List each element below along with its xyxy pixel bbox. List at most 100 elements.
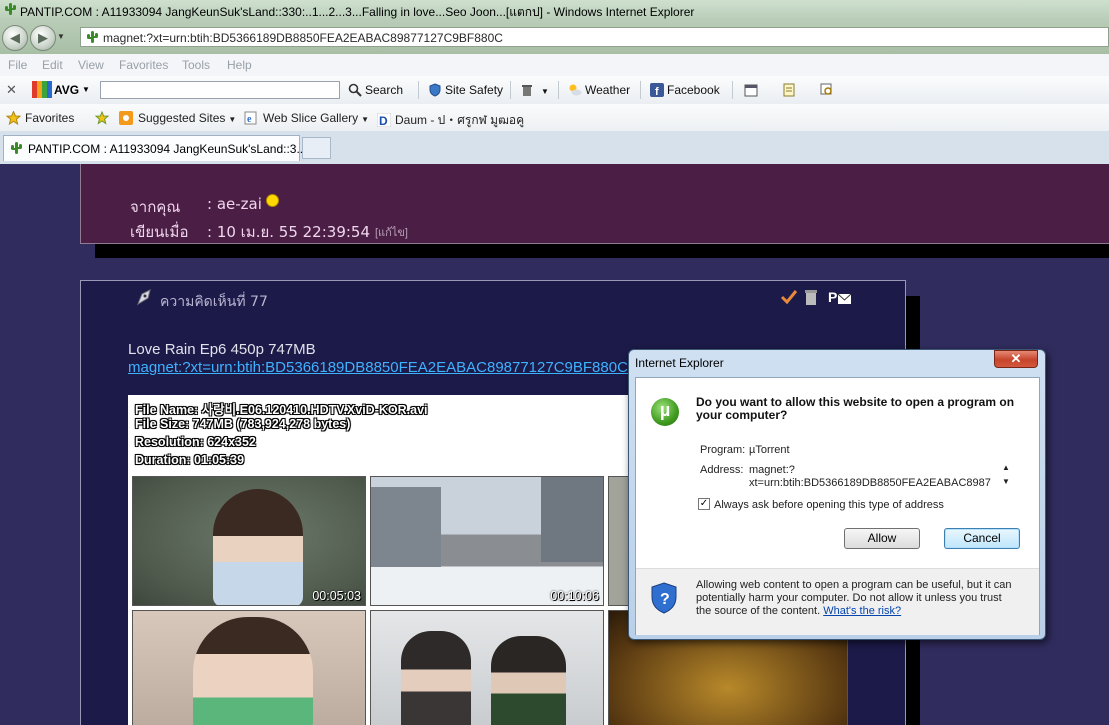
- site-safety-button[interactable]: Site Safety: [428, 83, 503, 97]
- suggested-sites-icon: [119, 111, 133, 125]
- menu-view[interactable]: View: [78, 58, 104, 72]
- ie-security-dialog: Internet Explorer ✕ µ Do you want to all…: [628, 349, 1046, 640]
- video-thumbnail: 00:05:03: [132, 476, 366, 606]
- cactus-icon: [87, 31, 98, 43]
- posted-value: : 10 เม.ย. 55 22:39:54: [207, 223, 371, 241]
- facebook-button[interactable]: f Facebook: [650, 83, 720, 97]
- post-shadow: [95, 244, 1109, 258]
- private-message-icon[interactable]: P: [828, 289, 852, 306]
- edit-link[interactable]: [แก้ไข]: [375, 223, 408, 241]
- svg-text:?: ?: [660, 591, 670, 608]
- posted-label: เขียนเมื่อ: [130, 223, 189, 241]
- address-value: magnet:?xt=urn:btih:BD5366189DB8850FEA2E…: [103, 31, 503, 45]
- scroll-down-icon[interactable]: ▼: [1002, 477, 1010, 486]
- menu-file[interactable]: File: [8, 58, 27, 72]
- checkmark-icon: ✓: [699, 498, 709, 509]
- resolution: Resolution: 624x352: [135, 435, 256, 449]
- avg-toolbar: ✕ AVG ▼ Search Site Safety ▼ Weather f Fa…: [0, 76, 1109, 105]
- menu-favorites[interactable]: Favorites: [119, 58, 168, 72]
- address-field[interactable]: magnet:?xt=urn:btih:BD5366189DB8850FEA2E…: [80, 27, 1109, 47]
- address-line-2: xt=urn:btih:BD5366189DB8850FEA2EABAC8987: [749, 477, 991, 489]
- smiley-icon: [266, 194, 279, 207]
- search-tool-button[interactable]: [820, 83, 837, 97]
- add-favorite-button[interactable]: [94, 110, 110, 125]
- menu-bar: File Edit View Favorites Tools Help: [0, 54, 1109, 77]
- weather-button[interactable]: Weather: [568, 83, 630, 97]
- avg-brand-label[interactable]: AVG: [54, 83, 79, 97]
- building: [541, 477, 603, 562]
- program-value: µTorrent: [749, 444, 790, 456]
- dialog-body: µ Do you want to allow this website to o…: [635, 377, 1040, 635]
- new-tab-button[interactable]: [302, 137, 331, 159]
- toolbar-divider: [732, 81, 733, 99]
- forward-button[interactable]: ▶: [30, 25, 56, 51]
- calendar-button[interactable]: [744, 83, 761, 97]
- utorrent-icon: µ: [651, 398, 679, 426]
- search-label: Search: [365, 83, 404, 97]
- portrait-figure: [213, 489, 303, 605]
- svg-text:f: f: [655, 86, 659, 97]
- cancel-button[interactable]: Cancel: [944, 528, 1020, 549]
- star-icon: [5, 110, 22, 126]
- ie-page-icon: e: [244, 111, 257, 125]
- daum-label: Daum - ป・ศรูกฬ มูฒอคู: [395, 113, 525, 127]
- trash-icon[interactable]: [804, 289, 818, 306]
- weather-icon: [569, 84, 582, 96]
- check-icon[interactable]: [780, 289, 798, 305]
- close-toolbar-icon[interactable]: ✕: [6, 82, 17, 98]
- dropdown-icon: ▼: [361, 115, 370, 124]
- history-dropdown-icon[interactable]: ▼: [57, 32, 65, 41]
- toolbar-divider: [418, 81, 419, 99]
- allow-button[interactable]: Allow: [844, 528, 920, 549]
- building: [371, 487, 441, 567]
- magnifier-icon: [348, 83, 362, 97]
- tab-label: PANTIP.COM : A11933094 JangKeunSuk'sLand…: [28, 142, 307, 156]
- notes-button[interactable]: [782, 83, 799, 97]
- from-label: จากคุณ: [130, 198, 181, 216]
- magnet-link[interactable]: magnet:?xt=urn:btih:BD5366189DB8850FEA2E…: [128, 359, 628, 378]
- suggested-sites-button[interactable]: Suggested Sites ▼: [118, 111, 236, 125]
- program-label: Program:: [700, 444, 746, 456]
- avg-search-input[interactable]: [100, 81, 340, 99]
- trash-button[interactable]: ▼: [520, 83, 549, 97]
- dropdown-icon: ▼: [228, 115, 237, 124]
- pen-icon: [136, 289, 151, 306]
- menu-help[interactable]: Help: [227, 58, 252, 72]
- person-figure: [401, 631, 471, 725]
- shield-icon: [429, 83, 441, 97]
- weather-label: Weather: [585, 83, 631, 97]
- timestamp: 00:10:06: [550, 589, 599, 603]
- menu-edit[interactable]: Edit: [42, 58, 63, 72]
- search-window-icon: [820, 83, 832, 95]
- window-title-bar: PANTIP.COM : A11933094 JangKeunSuk'sLand…: [0, 0, 1109, 20]
- svg-text:P: P: [828, 289, 837, 305]
- back-button[interactable]: ◀: [2, 25, 28, 51]
- whats-the-risk-link[interactable]: What's the risk?: [823, 605, 901, 617]
- comment-number: ความคิดเห็นที่ 77: [160, 294, 268, 310]
- daum-link[interactable]: D Daum - ป・ศรูกฬ มูฒอคู: [376, 111, 525, 130]
- web-slice-gallery-button[interactable]: e Web Slice Gallery ▼: [243, 111, 369, 125]
- svg-text:D: D: [379, 114, 388, 127]
- person-figure: [491, 636, 566, 725]
- favorites-button[interactable]: Favorites: [5, 110, 75, 126]
- post-title: Love Rain Ep6 450p 747MB: [128, 341, 316, 358]
- tab-row: PANTIP.COM : A11933094 JangKeunSuk'sLand…: [0, 131, 1109, 164]
- notepad-icon: [783, 83, 795, 97]
- video-thumbnail: [370, 610, 604, 725]
- always-ask-checkbox[interactable]: ✓: [698, 498, 710, 510]
- avg-dropdown-icon[interactable]: ▼: [82, 85, 90, 94]
- avg-search-button[interactable]: Search: [348, 83, 403, 97]
- dialog-close-button[interactable]: ✕: [994, 350, 1038, 368]
- toolbar-divider: [640, 81, 641, 99]
- favorites-label: Favorites: [25, 111, 75, 125]
- scroll-up-icon[interactable]: ▲: [1002, 463, 1010, 472]
- favorites-bar: Favorites Suggested Sites ▼ e Web Slice Ga…: [0, 104, 1109, 132]
- duration: Duration: 01:05:39: [135, 453, 245, 467]
- forward-arrow-icon: ▶: [38, 30, 48, 45]
- suggested-sites-label: Suggested Sites: [138, 111, 226, 125]
- address-label: Address:: [700, 464, 744, 476]
- tab-pantip[interactable]: PANTIP.COM : A11933094 JangKeunSuk'sLand…: [3, 135, 306, 161]
- menu-tools[interactable]: Tools: [182, 58, 210, 72]
- dialog-question: Do you want to allow this website to ope…: [696, 395, 1015, 422]
- avg-logo-icon: [32, 81, 52, 98]
